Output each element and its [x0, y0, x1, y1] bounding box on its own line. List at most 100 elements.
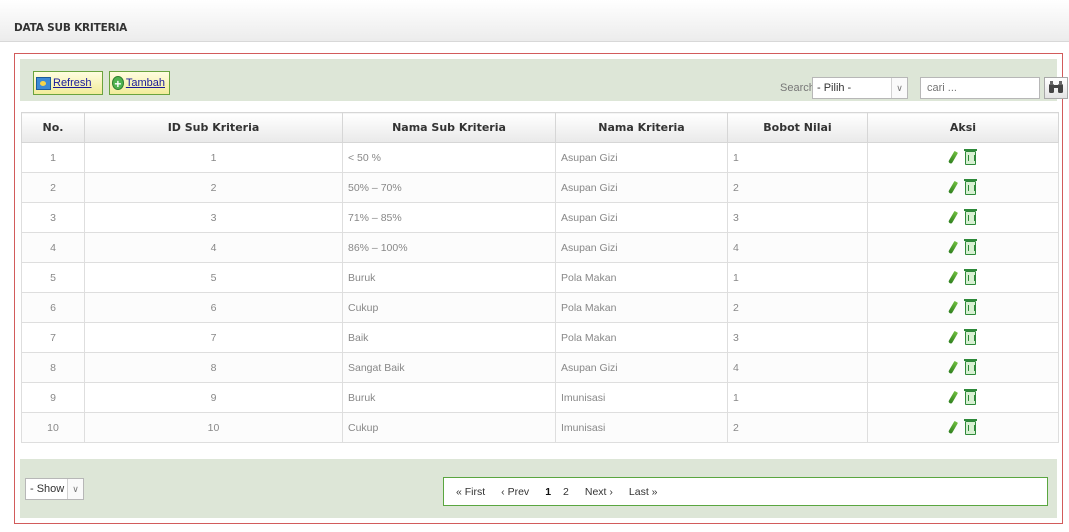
cell-id: 3	[84, 202, 343, 233]
column-header-id[interactable]: ID Sub Kriteria	[84, 112, 343, 143]
add-icon: +	[112, 76, 124, 91]
cell-aksi	[867, 412, 1059, 443]
cell-nama-sub: < 50 %	[342, 142, 556, 173]
cell-id: 8	[84, 352, 343, 383]
toolbar: Refresh + Tambah Search - Pilih - ∨	[20, 59, 1068, 101]
pager-last[interactable]: Last »	[629, 486, 658, 498]
cell-bobot: 2	[727, 292, 868, 323]
table-row: 5 5 Buruk Pola Makan 1	[21, 262, 1059, 293]
pagination: « First ‹ Prev 1 2 Next › Last »	[443, 477, 1048, 506]
trash-icon[interactable]	[963, 358, 977, 375]
table-row: 4 4 86% – 100% Asupan Gizi 4	[21, 232, 1059, 263]
cell-bobot: 2	[727, 412, 868, 443]
pager-first[interactable]: « First	[456, 486, 485, 498]
table-header-row: No. ID Sub Kriteria Nama Sub Kriteria Na…	[21, 112, 1059, 143]
cell-aksi	[867, 202, 1059, 233]
cell-aksi	[867, 142, 1059, 173]
cell-no: 10	[21, 412, 85, 443]
column-header-nama-kriteria[interactable]: Nama Kriteria	[555, 112, 728, 143]
cell-nama-sub: 71% – 85%	[342, 202, 556, 233]
edit-pencil-icon[interactable]	[947, 240, 958, 255]
cell-aksi	[867, 292, 1059, 323]
edit-pencil-icon[interactable]	[947, 420, 958, 435]
cell-no: 8	[21, 352, 85, 383]
cell-nama-sub: Baik	[342, 322, 556, 353]
cell-nama-sub: 50% – 70%	[342, 172, 556, 203]
trash-icon[interactable]	[963, 328, 977, 345]
show-select-value: - Show -	[30, 483, 71, 495]
edit-pencil-icon[interactable]	[947, 360, 958, 375]
cell-nama-sub: Buruk	[342, 262, 556, 293]
search-input[interactable]	[920, 77, 1040, 99]
trash-icon[interactable]	[963, 298, 977, 315]
trash-icon[interactable]	[963, 238, 977, 255]
trash-icon[interactable]	[963, 148, 977, 165]
chevron-down-icon: ∨	[891, 78, 907, 98]
cell-id: 2	[84, 172, 343, 203]
trash-icon[interactable]	[963, 208, 977, 225]
cell-nama-kriteria: Asupan Gizi	[555, 232, 728, 263]
edit-pencil-icon[interactable]	[947, 210, 958, 225]
cell-id: 7	[84, 322, 343, 353]
table-row: 9 9 Buruk Imunisasi 1	[21, 382, 1059, 413]
column-header-nama-sub[interactable]: Nama Sub Kriteria	[342, 112, 556, 143]
cell-nama-kriteria: Asupan Gizi	[555, 202, 728, 233]
search-button[interactable]	[1044, 77, 1068, 99]
cell-bobot: 1	[727, 382, 868, 413]
pager-page-1[interactable]: 1	[545, 486, 551, 498]
cell-id: 5	[84, 262, 343, 293]
show-select[interactable]: - Show - ∨	[25, 478, 84, 500]
cell-nama-sub: 86% – 100%	[342, 232, 556, 263]
cell-nama-sub: Cukup	[342, 412, 556, 443]
cell-id: 6	[84, 292, 343, 323]
refresh-button[interactable]: Refresh	[33, 71, 103, 95]
cell-no: 6	[21, 292, 85, 323]
cell-nama-kriteria: Asupan Gizi	[555, 142, 728, 173]
content-panel: Refresh + Tambah Search - Pilih - ∨ cari…	[14, 53, 1068, 524]
cell-no: 2	[21, 172, 85, 203]
edit-pencil-icon[interactable]	[947, 330, 958, 345]
cell-nama-kriteria: Pola Makan	[555, 292, 728, 323]
filter-select[interactable]: - Pilih - ∨	[812, 77, 908, 99]
column-header-no[interactable]: No.	[21, 112, 85, 143]
edit-pencil-icon[interactable]	[947, 300, 958, 315]
trash-icon[interactable]	[963, 388, 977, 405]
trash-icon[interactable]	[963, 268, 977, 285]
cell-no: 5	[21, 262, 85, 293]
cell-aksi	[867, 382, 1059, 413]
search-label: Search	[780, 82, 815, 94]
refresh-label: Refresh	[53, 77, 92, 89]
add-button[interactable]: + Tambah	[109, 71, 170, 95]
column-header-aksi: Aksi	[867, 112, 1059, 143]
edit-pencil-icon[interactable]	[947, 270, 958, 285]
add-label: Tambah	[125, 77, 165, 89]
data-table: No. ID Sub Kriteria Nama Sub Kriteria Na…	[21, 112, 1059, 443]
trash-icon[interactable]	[963, 178, 977, 195]
cell-nama-kriteria: Asupan Gizi	[555, 172, 728, 203]
trash-icon[interactable]	[963, 418, 977, 435]
cell-nama-kriteria: Imunisasi	[555, 412, 728, 443]
cell-nama-kriteria: Pola Makan	[555, 262, 728, 293]
cell-nama-kriteria: Asupan Gizi	[555, 352, 728, 383]
table-row: 7 7 Baik Pola Makan 3	[21, 322, 1059, 353]
footer-bar: - Show - ∨ « First ‹ Prev 1 2 Next › Las…	[20, 459, 1057, 518]
table-row: 3 3 71% – 85% Asupan Gizi 3	[21, 202, 1059, 233]
cell-nama-kriteria: Pola Makan	[555, 322, 728, 353]
pager-page-2[interactable]: 2	[563, 486, 569, 498]
column-header-bobot[interactable]: Bobot Nilai	[727, 112, 868, 143]
edit-pencil-icon[interactable]	[947, 150, 958, 165]
filter-select-value: - Pilih -	[817, 82, 852, 94]
edit-pencil-icon[interactable]	[947, 390, 958, 405]
cell-nama-sub: Buruk	[342, 382, 556, 413]
table-row: 1 1 < 50 % Asupan Gizi 1	[21, 142, 1059, 173]
pager-prev[interactable]: ‹ Prev	[501, 486, 529, 498]
cell-no: 3	[21, 202, 85, 233]
edit-pencil-icon[interactable]	[947, 180, 958, 195]
cell-no: 9	[21, 382, 85, 413]
pager-next[interactable]: Next ›	[585, 486, 613, 498]
table-row: 8 8 Sangat Baik Asupan Gizi 4	[21, 352, 1059, 383]
table-row: 6 6 Cukup Pola Makan 2	[21, 292, 1059, 323]
header-bar: DATA SUB KRITERIA	[0, 0, 1069, 42]
cell-aksi	[867, 262, 1059, 293]
chevron-down-icon: ∨	[67, 479, 83, 499]
